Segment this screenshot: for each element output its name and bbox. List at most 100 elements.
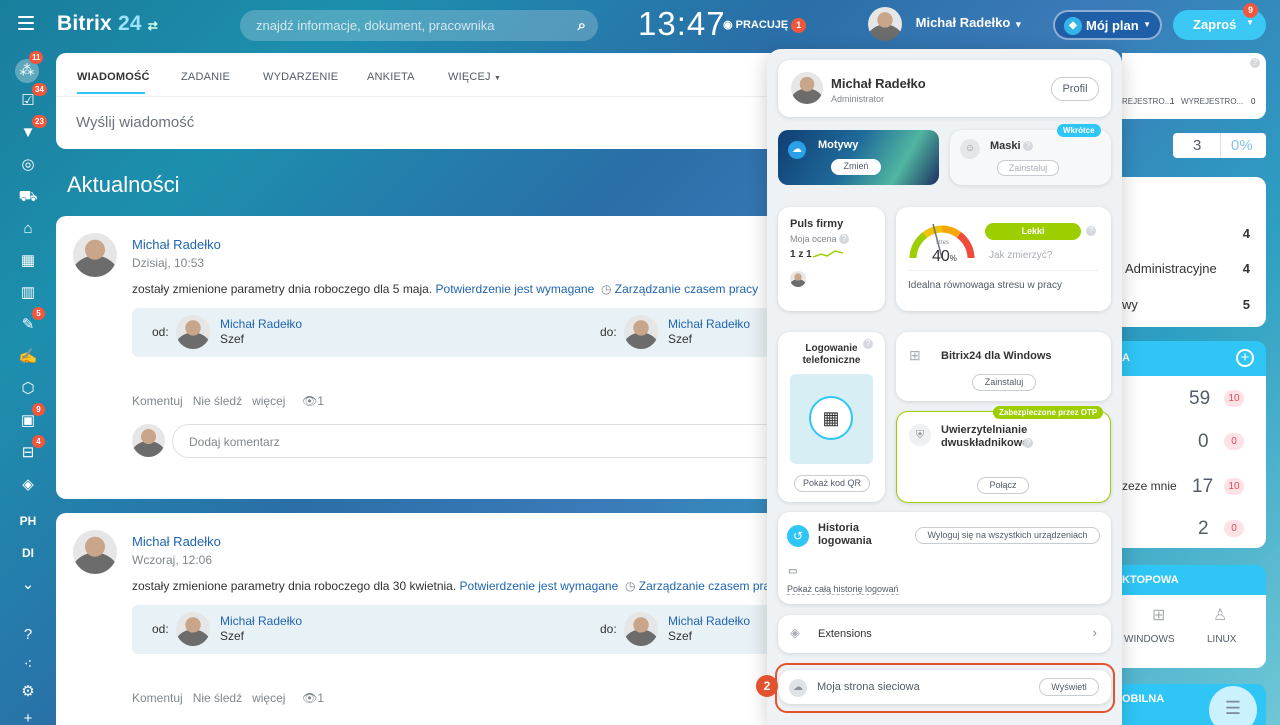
more-button[interactable]: więcej xyxy=(252,394,285,408)
avatar[interactable] xyxy=(791,72,823,104)
comment-button[interactable]: Komentuj xyxy=(132,394,183,408)
windows-icon[interactable]: ⊞ xyxy=(1152,605,1165,625)
to-label: do: xyxy=(600,622,617,636)
contacts-icon[interactable]: ▣ 9 xyxy=(18,403,45,431)
help-icon[interactable]: ? xyxy=(18,625,38,645)
counter-box[interactable]: 3 0% xyxy=(1173,133,1266,158)
unfollow-button[interactable]: Nie śledź xyxy=(193,691,242,705)
confirm-link[interactable]: Potwierdzenie jest wymagane xyxy=(436,282,595,296)
linux-icon[interactable]: ♙ xyxy=(1213,605,1227,625)
confirm-link[interactable]: Potwierdzenie jest wymagane xyxy=(460,579,619,593)
search-icon[interactable]: ⌕ xyxy=(578,17,586,34)
extensions-row[interactable]: ◈ Extensions › xyxy=(778,615,1111,653)
show-qr-button[interactable]: Pokaż kod QR xyxy=(794,475,870,492)
edit-icon[interactable]: ✎ 5 xyxy=(18,307,45,335)
post-author[interactable]: Michał Radełko xyxy=(132,534,221,549)
avatar[interactable] xyxy=(73,233,117,277)
crm-icon[interactable]: ▼ 23 xyxy=(18,115,47,143)
twofa-card: Zabezpieczone przez OTP ⛨ Uwierzytelnian… xyxy=(896,406,1111,503)
sidebar-item-ph[interactable]: PH xyxy=(14,511,42,531)
shield-icon[interactable]: ⬡ xyxy=(18,379,38,399)
install-windows-button[interactable]: Zainstaluj xyxy=(972,374,1036,391)
unfollow-button[interactable]: Nie śledź xyxy=(193,394,242,408)
how-to-measure-link[interactable]: Jak zmierzyć? xyxy=(989,250,1052,261)
to-name[interactable]: Michał Radełko xyxy=(668,317,750,331)
comment-input[interactable]: Dodaj komentarz xyxy=(172,424,792,458)
avatar[interactable] xyxy=(624,315,658,349)
sidebar-item-di[interactable]: DI xyxy=(14,543,42,563)
themes-card[interactable]: ☁ Motywy Zmień xyxy=(778,130,939,185)
tab-more[interactable]: WIĘCEJ ▼ xyxy=(448,71,501,83)
work-status[interactable]: ◉ PRACUJĘ 1 xyxy=(723,18,807,33)
gear-icon[interactable]: ⚙ xyxy=(18,682,38,702)
change-theme-button[interactable]: Zmień xyxy=(831,159,881,175)
from-name[interactable]: Michał Radełko xyxy=(220,614,302,628)
tab-task[interactable]: ZADANIE xyxy=(181,71,230,83)
avatar[interactable] xyxy=(73,530,117,574)
invite-button[interactable]: Zaproś ▼ 9 xyxy=(1173,3,1266,40)
show-history-link[interactable]: Pokaż całą historię logowań xyxy=(787,584,899,595)
from-role: Szef xyxy=(220,332,245,346)
bank-icon[interactable]: ⌂ xyxy=(18,219,38,239)
add-task-icon[interactable]: + xyxy=(1236,349,1254,367)
help-icon[interactable]: ? xyxy=(839,234,849,244)
logout-all-button[interactable]: Wyloguj się na wszystkich urządzeniach xyxy=(915,527,1100,544)
inbox-icon[interactable]: ⊟ 4 xyxy=(18,435,45,463)
more-button[interactable]: więcej xyxy=(252,691,285,705)
help-icon[interactable]: ? xyxy=(1086,226,1096,236)
network-row[interactable]: ☁ Moja strona sieciowa Wyświetl xyxy=(779,670,1111,704)
structure-icon[interactable]: ⁖ xyxy=(18,655,38,675)
avatar[interactable] xyxy=(624,612,658,646)
eye-icon: 👁 xyxy=(302,394,318,408)
post-time[interactable]: Wczoraj, 12:06 xyxy=(132,553,212,567)
profile-button[interactable]: Profil xyxy=(1051,77,1099,101)
tab-event[interactable]: WYDARZENIE xyxy=(263,71,338,83)
from-name[interactable]: Michał Radełko xyxy=(220,317,302,331)
chart-icon[interactable]: ▥ xyxy=(18,283,38,303)
help-icon[interactable]: ? xyxy=(1250,58,1260,68)
list-item[interactable]: Administracyjne 4 xyxy=(1122,261,1266,276)
shield-icon: ⛨ xyxy=(909,424,931,446)
help-icon[interactable]: ? xyxy=(1023,438,1033,448)
linux-label[interactable]: LINUX xyxy=(1207,634,1236,645)
clock[interactable]: 13:47 xyxy=(638,5,726,43)
help-icon[interactable]: ? xyxy=(1023,141,1033,151)
time-management-link[interactable]: Zarządzanie czasem pra xyxy=(639,579,770,593)
avatar[interactable] xyxy=(176,315,210,349)
plus-icon[interactable]: + xyxy=(18,709,38,725)
list-item[interactable]: wy 5 xyxy=(1122,297,1266,312)
logo[interactable]: Bitrix 24 ⇄ xyxy=(57,12,158,36)
view-network-button[interactable]: Wyświetl xyxy=(1039,678,1099,696)
avatar[interactable] xyxy=(176,612,210,646)
pulse-card[interactable]: Puls firmy Moja ocena ? 1 z 1 xyxy=(778,207,885,311)
post-author[interactable]: Michał Radełko xyxy=(132,237,221,252)
profile-role: Administrator xyxy=(831,94,885,104)
post-time[interactable]: Dzisiaj, 10:53 xyxy=(132,256,204,270)
install-masks-button[interactable]: Zainstaluj xyxy=(997,160,1059,176)
tab-message[interactable]: WIADOMOŚĆ xyxy=(77,71,150,83)
stress-card[interactable]: stres 40% Lekki ? Jak zmierzyć? Idealna … xyxy=(896,207,1111,311)
search-input[interactable]: znajdź informacje, dokument, pracownika ⌕ xyxy=(240,10,598,41)
stress-description: Idealna równowaga stresu w pracy xyxy=(908,280,1062,291)
time-management-link[interactable]: Zarządzanie czasem pracy xyxy=(615,282,758,296)
windows-label[interactable]: WINDOWS xyxy=(1124,634,1175,645)
my-plan-button[interactable]: ◆ Mój plan ▼ xyxy=(1053,10,1162,40)
box-icon[interactable]: ◈ xyxy=(18,475,38,495)
sign-icon[interactable]: ✍ xyxy=(18,347,38,367)
tab-poll[interactable]: ANKIETA xyxy=(367,71,415,83)
profile-name[interactable]: Michał Radełko xyxy=(831,76,926,91)
tasks-icon[interactable]: ☑ 34 xyxy=(18,83,47,111)
clock-icon: ◷ xyxy=(624,579,636,593)
user-menu[interactable]: Michał Radełko ▼ xyxy=(868,7,1023,41)
message-input[interactable]: Wyślij wiadomość xyxy=(76,114,194,131)
calendar-icon[interactable]: ▦ xyxy=(18,251,38,271)
to-name[interactable]: Michał Radełko xyxy=(668,614,750,628)
cart-icon[interactable]: ⛟ xyxy=(18,187,38,207)
chevron-down-icon[interactable]: ⌄ xyxy=(18,575,38,595)
connect-twofa-button[interactable]: Połącz xyxy=(977,477,1029,494)
menu-icon[interactable] xyxy=(18,16,34,30)
views-count: 1 xyxy=(317,691,325,705)
target-icon[interactable]: ◎ xyxy=(18,155,38,175)
feed-icon[interactable]: ⁂ 11 xyxy=(15,51,44,83)
comment-button[interactable]: Komentuj xyxy=(132,691,183,705)
